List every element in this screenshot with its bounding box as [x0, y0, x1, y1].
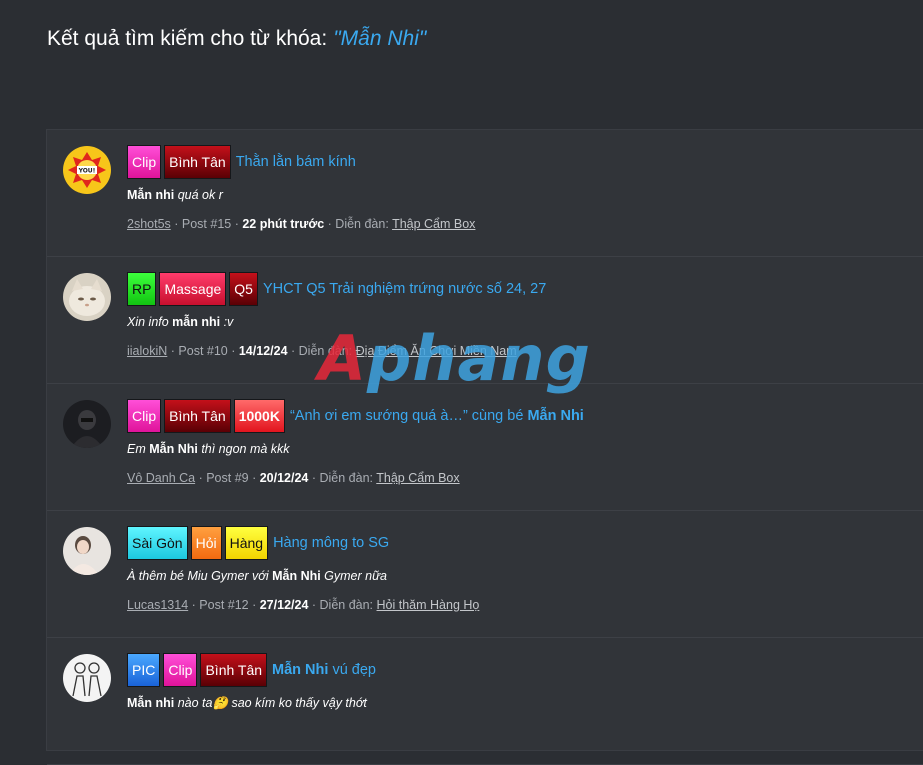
search-results-list: YOU! Clip Bình Tân Thằn lằn bám kính Mẫn… — [46, 129, 923, 765]
username-link[interactable]: Lucas1314 — [127, 598, 188, 612]
post-meta: iialokiN · Post #10 · 14/12/24 · Diễn đà… — [127, 344, 517, 358]
prefix-tag-binh-tan[interactable]: Bình Tân — [164, 399, 231, 433]
username-link[interactable]: 2shot5s — [127, 217, 171, 231]
forum-label: Diễn đàn: — [298, 344, 353, 358]
prefix-tag-sai-gon[interactable]: Sài Gòn — [127, 526, 188, 560]
forum-label: Diễn đàn: — [319, 598, 374, 612]
post-snippet: Mẫn nhi nào ta🤔 sao kím ko thấy vậy thớt — [127, 696, 367, 710]
post-date: 22 phút trước — [242, 217, 325, 231]
thread-title-link[interactable]: “Anh ơi em sướng quá à…” cùng bé Mẫn Nhi — [290, 408, 584, 424]
username-link[interactable]: Vô Danh Ca — [127, 471, 195, 485]
prefix-tag-hoi[interactable]: Hỏi — [190, 526, 222, 560]
post-meta: 2shot5s · Post #15 · 22 phút trước · Diễ… — [127, 217, 476, 231]
result-content: Sài Gòn Hỏi Hàng Hàng mông to SG À thêm … — [127, 525, 923, 612]
post-number: Post #10 — [178, 344, 228, 358]
forum-link[interactable]: Địa Điểm Ăn Chơi Miền Nam — [356, 344, 517, 358]
prefix-tag-massage[interactable]: Massage — [159, 272, 227, 306]
user-avatar[interactable] — [63, 654, 111, 702]
post-snippet: Mẫn nhi quá ok r — [127, 188, 223, 202]
couple-sketch-icon — [63, 654, 111, 702]
post-meta: Lucas1314 · Post #12 · 27/12/24 · Diễn đ… — [127, 598, 480, 612]
fuck-you-emoji-icon: YOU! — [63, 146, 111, 194]
post-snippet: Xin info mẫn nhi :v — [127, 315, 234, 329]
thread-title-line: Clip Bình Tân Thằn lằn bám kính — [127, 144, 923, 180]
prefix-tag-binh-tan[interactable]: Bình Tân — [200, 653, 268, 687]
page-title: Kết quả tìm kiếm cho từ khóa: "Mẫn Nhi" — [47, 27, 426, 51]
prefix-tag-rp[interactable]: RP — [127, 272, 157, 306]
forum-link[interactable]: Hỏi thăm Hàng Họ — [377, 598, 480, 612]
page-title-label: Kết quả tìm kiếm cho từ khóa: — [47, 27, 328, 50]
post-snippet: À thêm bé Miu Gymer với Mẫn Nhi Gymer nữ… — [127, 569, 387, 583]
user-avatar[interactable] — [63, 400, 111, 448]
prefix-tag-binh-tan[interactable]: Bình Tân — [164, 145, 231, 179]
result-row: RP Massage Q5 YHCT Q5 Trải nghiệm trứng … — [47, 257, 923, 384]
thread-title-line: PIC Clip Bình Tân Mẫn Nhi vú đẹp — [127, 652, 923, 688]
prefix-tag-clip[interactable]: Clip — [127, 399, 162, 433]
result-content: Clip Bình Tân 1000K “Anh ơi em sướng quá… — [127, 398, 923, 485]
result-content: PIC Clip Bình Tân Mẫn Nhi vú đẹp Mẫn nhi… — [127, 652, 923, 711]
username-link[interactable]: iialokiN — [127, 344, 167, 358]
post-meta: Vô Danh Ca · Post #9 · 20/12/24 · Diễn đ… — [127, 471, 460, 485]
result-row: YOU! Clip Bình Tân Thằn lằn bám kính Mẫn… — [47, 130, 923, 257]
thread-title-line: Clip Bình Tân 1000K “Anh ơi em sướng quá… — [127, 398, 923, 434]
thread-title-line: Sài Gòn Hỏi Hàng Hàng mông to SG — [127, 525, 923, 561]
result-content: Clip Bình Tân Thằn lằn bám kính Mẫn nhi … — [127, 144, 923, 231]
result-content: RP Massage Q5 YHCT Q5 Trải nghiệm trứng … — [127, 271, 923, 358]
cat-icon — [63, 273, 111, 321]
post-date: 14/12/24 — [238, 344, 288, 358]
prefix-tag-q5[interactable]: Q5 — [229, 272, 258, 306]
forum-link[interactable]: Thập Cẩm Box — [376, 471, 459, 485]
user-avatar[interactable] — [63, 527, 111, 575]
prefix-tag-1000k[interactable]: 1000K — [233, 399, 285, 433]
forum-label: Diễn đàn: — [335, 217, 389, 231]
prefix-tag-clip[interactable]: Clip — [127, 145, 162, 179]
masked-man-icon — [63, 400, 111, 448]
user-avatar[interactable] — [63, 273, 111, 321]
thread-title-link[interactable]: Thằn lằn bám kính — [236, 154, 356, 170]
svg-text:YOU!: YOU! — [78, 168, 96, 175]
post-number: Post #12 — [199, 598, 249, 612]
post-date: 27/12/24 — [259, 598, 309, 612]
prefix-tag-clip[interactable]: Clip — [163, 653, 198, 687]
forum-link[interactable]: Thập Cẩm Box — [392, 217, 475, 231]
thread-title-link[interactable]: Hàng mông to SG — [273, 535, 389, 551]
post-date: 20/12/24 — [259, 471, 309, 485]
result-row: Clip Bình Tân 1000K “Anh ơi em sướng quá… — [47, 384, 923, 511]
post-number: Post #9 — [206, 471, 249, 485]
post-snippet: Em Mẫn Nhi thì ngon mà kkk — [127, 442, 290, 456]
prefix-tag-pic[interactable]: PIC — [127, 653, 161, 687]
prefix-tag-hang[interactable]: Hàng — [224, 526, 269, 560]
thread-title-line: RP Massage Q5 YHCT Q5 Trải nghiệm trứng … — [127, 271, 923, 307]
woman-photo-icon — [63, 527, 111, 575]
search-keyword: "Mẫn Nhi" — [333, 27, 427, 50]
post-number: Post #15 — [181, 217, 232, 231]
user-avatar[interactable]: YOU! — [63, 146, 111, 194]
forum-label: Diễn đàn: — [319, 471, 374, 485]
thread-title-link[interactable]: Mẫn Nhi vú đẹp — [272, 662, 376, 678]
result-row: Sài Gòn Hỏi Hàng Hàng mông to SG À thêm … — [47, 511, 923, 638]
thread-title-link[interactable]: YHCT Q5 Trải nghiệm trứng nước số 24, 27 — [263, 281, 546, 297]
result-row: PIC Clip Bình Tân Mẫn Nhi vú đẹp Mẫn nhi… — [47, 638, 923, 765]
